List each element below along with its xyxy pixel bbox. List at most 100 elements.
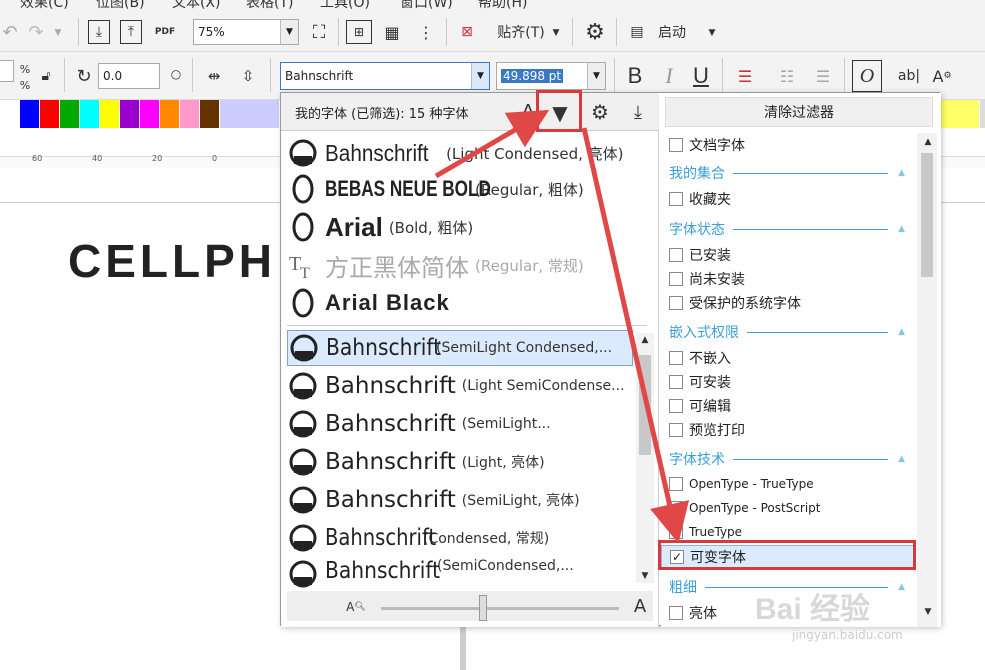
lock-ratio-icon[interactable]: 🔓︎ <box>38 66 54 86</box>
font-row-recent[interactable]: Arial Black <box>287 285 627 321</box>
collapse-icon[interactable]: ▲ <box>898 454 905 464</box>
swatch-green[interactable] <box>60 100 80 128</box>
swatch-blue[interactable] <box>20 100 40 128</box>
filter-preview-print[interactable]: 预览打印 <box>669 420 745 440</box>
redo-icon[interactable]: ↷ <box>26 22 46 43</box>
show-grid-icon[interactable]: ▦ <box>380 20 404 44</box>
menu-help[interactable]: 帮助(H) <box>478 0 527 12</box>
checkbox[interactable] <box>669 272 683 286</box>
preview-size-slider-handle[interactable] <box>479 595 487 621</box>
show-rulers-icon[interactable]: ⊞ <box>346 20 372 44</box>
clear-filters-button[interactable]: 清除过滤器 <box>665 97 933 127</box>
filter-favorites[interactable]: 收藏夹 <box>669 189 731 209</box>
snap-to-menu[interactable]: 贴齐(T) <box>492 20 550 44</box>
options-gear-icon[interactable]: ⚙ <box>582 20 608 45</box>
category-embedding[interactable]: 嵌入式权限 ▲ <box>669 322 905 342</box>
filter-no-embed[interactable]: 不嵌入 <box>669 348 731 368</box>
collapse-icon[interactable]: ▲ <box>898 582 905 592</box>
checkbox[interactable] <box>669 375 683 389</box>
menu-text[interactable]: 文本(X) <box>172 0 221 12</box>
font-row-recent[interactable]: TT 方正黑体简体 (Regular, 常规) <box>287 247 627 283</box>
publish-pdf-icon[interactable]: PDF <box>152 20 178 44</box>
show-guidelines-icon[interactable]: ⋮ <box>414 20 438 44</box>
text-align-none-icon[interactable]: ☰ <box>732 64 758 88</box>
font-row-recent[interactable]: Bahnschrift (Light Condensed, 亮体) <box>287 135 627 171</box>
font-size-select[interactable]: 49.898 pt ▼ <box>496 62 606 90</box>
collapse-icon[interactable]: ▲ <box>898 168 905 178</box>
swatch-lavender[interactable] <box>220 100 280 128</box>
menu-table[interactable]: 表格(T) <box>246 0 293 12</box>
menu-effects[interactable]: 效果(C) <box>20 0 69 12</box>
checkbox[interactable] <box>669 477 683 491</box>
underline-button[interactable]: U <box>688 62 714 90</box>
swatch-magenta[interactable] <box>140 100 160 128</box>
scale-x-input[interactable] <box>0 60 14 82</box>
filter-editable[interactable]: 可编辑 <box>669 396 731 416</box>
mirror-vertical-icon[interactable]: ⇳ <box>236 64 260 88</box>
bold-button[interactable]: B <box>622 62 648 90</box>
font-row-selected[interactable]: Bahnschrift (SemiLight Condensed,... <box>287 330 633 366</box>
redo-dropdown-icon[interactable]: ▼ <box>52 26 64 40</box>
snap-off-icon[interactable]: ⊠ <box>454 20 480 44</box>
full-screen-icon[interactable]: ⛶ <box>308 20 330 44</box>
launch-menu[interactable]: 启动 <box>652 20 692 44</box>
checkbox[interactable] <box>669 501 683 515</box>
checkbox[interactable] <box>669 525 683 539</box>
italic-button[interactable]: I <box>656 62 682 90</box>
swatch-cyan[interactable] <box>80 100 100 128</box>
checkbox[interactable] <box>669 399 683 413</box>
font-list-select[interactable]: Bahnschrift ▼ <box>280 62 490 90</box>
export-icon[interactable]: ⤒ <box>120 20 142 44</box>
font-row-recent[interactable]: Arial (Bold, 粗体) <box>287 209 627 245</box>
category-my-sets[interactable]: 我的集合 ▲ <box>669 163 905 183</box>
canvas-text-object[interactable]: CELLPH <box>68 234 276 288</box>
font-row[interactable]: Bahnschrift (Light SemiCondense... <box>287 368 627 404</box>
filter-installable[interactable]: 可安装 <box>669 372 731 392</box>
checkbox[interactable] <box>669 606 683 620</box>
rotation-icon[interactable]: ↻ <box>72 64 96 88</box>
filter-opentype-postscript[interactable]: OpenType - PostScript <box>669 501 820 515</box>
scrollbar-thumb[interactable] <box>639 355 651 455</box>
filter-opentype-truetype[interactable]: OpenType - TrueType <box>669 477 814 491</box>
filter-protected-system[interactable]: 受保护的系统字体 <box>669 293 801 313</box>
chevron-down-icon[interactable]: ▼ <box>550 26 562 40</box>
scroll-down-icon[interactable]: ▼ <box>638 569 652 583</box>
zoom-level-select[interactable]: 75% ▼ <box>193 19 299 45</box>
settings-gear-icon[interactable]: ⚙ <box>587 99 613 125</box>
font-row[interactable]: Bahnschrift (SemiLight, 亮体) <box>287 482 627 518</box>
drop-cap-icon[interactable]: ☰ <box>810 64 836 88</box>
filter-truetype[interactable]: TrueType <box>669 525 742 539</box>
swatch-brown[interactable] <box>200 100 220 128</box>
collapse-icon[interactable]: ▲ <box>898 327 905 337</box>
menu-bitmap[interactable]: 位图(B) <box>96 0 145 12</box>
opentype-features-icon[interactable]: O <box>852 60 882 92</box>
checkbox[interactable] <box>669 248 683 262</box>
smaller-preview-icon[interactable]: A 🔍︎ <box>343 595 369 619</box>
scroll-up-icon[interactable]: ▲ <box>638 333 652 347</box>
category-font-technology[interactable]: 字体技术 ▲ <box>669 449 905 469</box>
menu-window[interactable]: 窗口(W) <box>400 0 453 12</box>
mirror-horizontal-icon[interactable]: ⇹ <box>202 64 226 88</box>
preview-size-slider-track[interactable] <box>381 607 619 610</box>
checkbox[interactable] <box>669 138 683 152</box>
filter-not-installed[interactable]: 尚未安装 <box>669 269 745 289</box>
font-row[interactable]: Bahnschrift (Condensed, 常规) <box>287 520 627 556</box>
scroll-up-icon[interactable]: ▲ <box>921 135 935 149</box>
launch-icon[interactable]: ▤ <box>626 20 648 44</box>
undo-icon[interactable]: ↶ <box>2 22 18 43</box>
swatch-red[interactable] <box>40 100 60 128</box>
chevron-down-icon[interactable]: ▼ <box>706 26 718 40</box>
edit-text-button[interactable]: A ⚙ <box>928 62 956 90</box>
checkbox[interactable] <box>669 296 683 310</box>
swatch-purple[interactable] <box>120 100 140 128</box>
collapse-icon[interactable]: ▲ <box>898 224 905 234</box>
scroll-down-icon[interactable]: ▼ <box>921 605 935 619</box>
bullet-list-icon[interactable]: ☷ <box>774 64 800 88</box>
filter-installed[interactable]: 已安装 <box>669 245 731 265</box>
swatch-yellow[interactable] <box>100 100 120 128</box>
checkbox[interactable] <box>669 192 683 206</box>
larger-preview-icon[interactable]: A <box>627 593 653 619</box>
font-row[interactable]: Bahnschrift (Light, 亮体) <box>287 444 627 480</box>
checkbox[interactable] <box>669 351 683 365</box>
filter-document-fonts[interactable]: 文档字体 <box>669 135 745 155</box>
